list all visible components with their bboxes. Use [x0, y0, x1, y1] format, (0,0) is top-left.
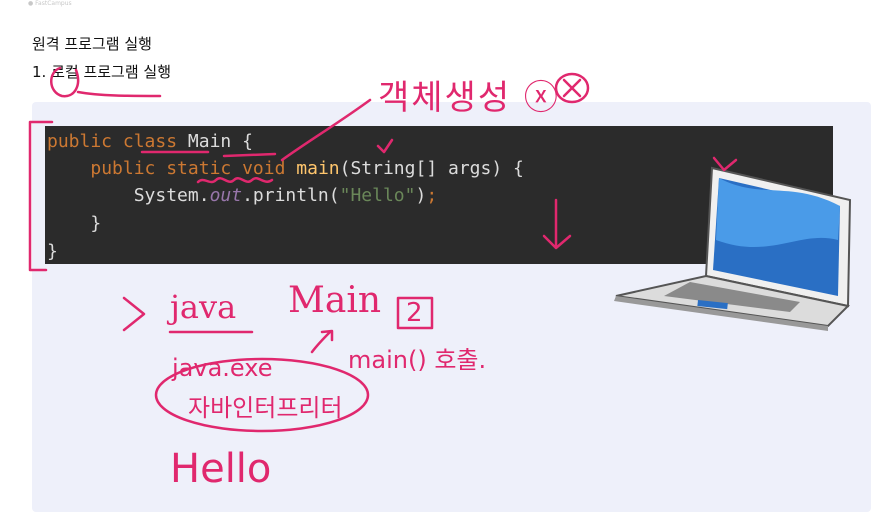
ink-arrow-down: [542, 198, 572, 250]
ink-circle-x: [554, 72, 590, 104]
ink-check: [376, 138, 394, 154]
ink-pointer-line: [280, 98, 372, 162]
ink-bracket: [28, 120, 54, 272]
ink-prompt-arrow: [122, 296, 146, 332]
ink-mark-laptop: [712, 156, 738, 172]
ink-underline-main: [222, 152, 277, 158]
note-main-call: main() 호출.: [348, 346, 487, 374]
note-main-command: Main: [288, 280, 382, 321]
note-step-number: 2: [406, 298, 423, 328]
ink-arrow-up: [310, 329, 334, 354]
note-interpreter: 자바인터프리터: [188, 394, 343, 422]
ink-squiggle-static: [196, 177, 274, 184]
ink-circle-1: [50, 66, 80, 98]
ink-underline-subtitle: [76, 90, 162, 98]
note-java-exe: java.exe: [172, 354, 273, 382]
note-output: Hello: [170, 446, 272, 492]
note-java-command: java: [170, 288, 237, 326]
note-object-creation: 객체생성 ⓧ: [378, 78, 560, 118]
